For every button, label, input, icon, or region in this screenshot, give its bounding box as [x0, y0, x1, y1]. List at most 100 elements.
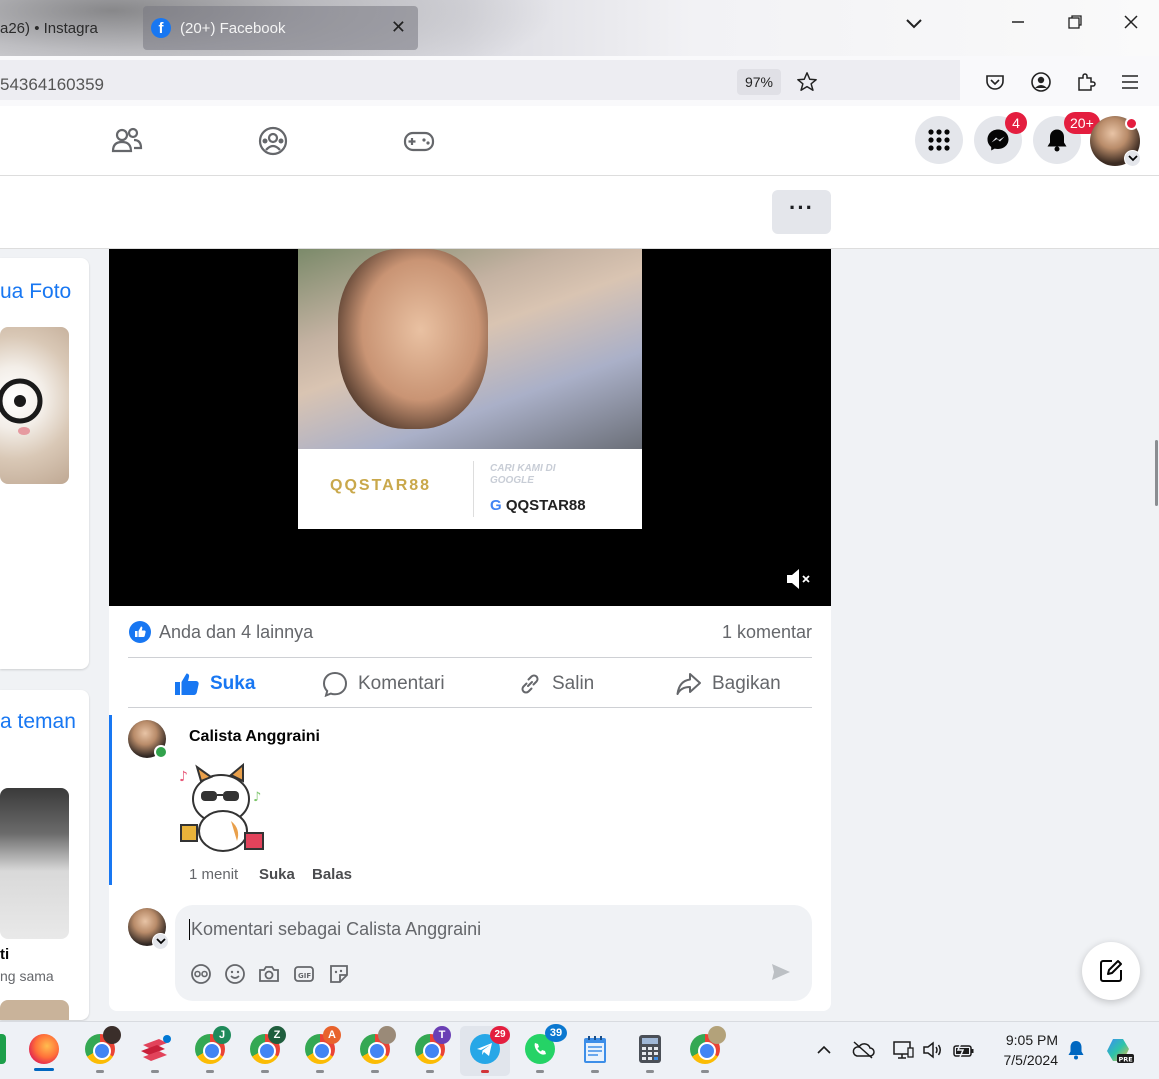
- friend-photo-thumbnail[interactable]: [0, 788, 69, 939]
- firefox-icon: [29, 1034, 59, 1064]
- show-hidden-icons-chevron-icon[interactable]: [812, 1038, 836, 1062]
- share-button[interactable]: Bagikan: [676, 667, 781, 701]
- taskbar-chrome-profile-photo[interactable]: [358, 1026, 396, 1066]
- reactions-text[interactable]: Anda dan 4 lainnya: [159, 622, 313, 643]
- url-text: 54364160359: [0, 75, 105, 94]
- comment-thread-line: [109, 715, 112, 885]
- chrome-icon: T: [415, 1026, 451, 1064]
- comment-time[interactable]: 1 menit: [189, 866, 238, 883]
- comment-button[interactable]: Komentari: [322, 667, 445, 701]
- comment-input[interactable]: Komentari sebagai Calista Anggraini: [189, 919, 481, 940]
- taskbar-chrome-profile-guest[interactable]: [688, 1026, 726, 1066]
- groups-nav-icon[interactable]: [256, 124, 290, 158]
- avatar-chevron-icon[interactable]: [152, 933, 169, 950]
- menu-grid-button[interactable]: [915, 116, 963, 164]
- reactions-summary[interactable]: Anda dan 4 lainnya 1 komentar: [129, 621, 812, 645]
- chrome-icon: [690, 1026, 726, 1064]
- like-reaction-icon: [129, 621, 151, 643]
- chrome-icon: J: [195, 1026, 231, 1064]
- see-all-friends-link[interactable]: a teman: [0, 710, 76, 734]
- running-indicator: [701, 1070, 709, 1073]
- account-chevron-icon[interactable]: [1124, 150, 1141, 167]
- copilot-preview-icon[interactable]: PRE: [1105, 1035, 1135, 1065]
- ad-tagline: CARI KAMI DI GOOGLE: [490, 463, 556, 486]
- comment-author[interactable]: Calista Anggraini: [189, 728, 320, 746]
- comments-count[interactable]: 1 komentar: [722, 622, 812, 643]
- restore-button[interactable]: [1061, 14, 1089, 35]
- link-icon: [521, 674, 539, 694]
- ad-divider: [473, 461, 474, 517]
- more-options-button[interactable]: ···: [772, 190, 831, 234]
- close-window-button[interactable]: [1117, 14, 1145, 35]
- telegram-badge: 29: [490, 1026, 510, 1044]
- notification-bell-icon[interactable]: [1064, 1038, 1088, 1062]
- taskbar-notepad[interactable]: [578, 1032, 612, 1066]
- camera-icon[interactable]: [258, 963, 280, 985]
- clock-date: 7/5/2024: [1003, 1052, 1059, 1068]
- friend-name[interactable]: ti: [0, 946, 9, 963]
- taskbar-telegram[interactable]: 29: [468, 1026, 510, 1066]
- photo-thumbnail-cat[interactable]: [0, 327, 69, 484]
- video-player[interactable]: QQSTAR88 CARI KAMI DI GOOGLE G QQSTAR88: [109, 249, 831, 606]
- taskbar-chrome-profile-a[interactable]: A: [303, 1026, 341, 1066]
- running-indicator: [316, 1070, 324, 1073]
- onedrive-offline-icon[interactable]: [851, 1038, 875, 1062]
- menu-hamburger-icon[interactable]: [1117, 69, 1143, 95]
- tab-label: a26) • Instagra: [0, 19, 98, 37]
- taskbar-whatsapp[interactable]: 39: [523, 1024, 567, 1066]
- whatsapp-icon: 39: [525, 1024, 567, 1064]
- taskbar-app-green[interactable]: [0, 1032, 6, 1066]
- emoji-icon[interactable]: [224, 963, 246, 985]
- ad-brand: G QQSTAR88: [490, 497, 586, 514]
- bookmark-star-icon[interactable]: [794, 69, 820, 95]
- sticker-icon[interactable]: [328, 963, 350, 985]
- comment-composer[interactable]: Komentari sebagai Calista Anggraini GIF: [175, 905, 812, 1001]
- network-icon[interactable]: [891, 1038, 915, 1062]
- taskbar-calculator[interactable]: [633, 1032, 667, 1066]
- page-subheader: ···: [0, 176, 1159, 249]
- send-icon[interactable]: [770, 961, 792, 983]
- like-button[interactable]: Suka: [174, 667, 255, 701]
- avatar-sticker-icon[interactable]: [190, 963, 212, 985]
- tab-list-chevron-icon[interactable]: [900, 14, 928, 35]
- zoom-level-button[interactable]: 97%: [737, 69, 781, 95]
- tab-facebook[interactable]: f (20+) Facebook ✕: [143, 6, 418, 50]
- taskbar-firefox[interactable]: [27, 1032, 61, 1066]
- extensions-icon[interactable]: [1073, 69, 1099, 95]
- running-indicator: [646, 1070, 654, 1073]
- new-message-button[interactable]: [1082, 942, 1140, 1000]
- minimize-button[interactable]: [1004, 14, 1032, 35]
- taskbar-chrome-profile-z[interactable]: Z: [248, 1026, 286, 1066]
- calculator-icon: [639, 1035, 661, 1063]
- taskbar-chrome-profile-t[interactable]: T: [413, 1026, 451, 1066]
- messenger-badge: 4: [1005, 112, 1027, 134]
- telegram-icon: 29: [470, 1026, 510, 1064]
- taskbar-chrome-profile-j[interactable]: J: [193, 1026, 231, 1066]
- divider: [128, 657, 812, 658]
- comment-like-button[interactable]: Suka: [259, 866, 295, 883]
- system-clock[interactable]: 9:05 PM 7/5/2024: [992, 1030, 1059, 1070]
- gaming-nav-icon[interactable]: [402, 124, 436, 158]
- copy-link-button[interactable]: Salin: [518, 667, 594, 701]
- bell-icon: [1047, 129, 1067, 152]
- volume-icon[interactable]: [921, 1038, 945, 1062]
- friends-nav-icon[interactable]: [110, 124, 144, 158]
- battery-charging-icon[interactable]: [952, 1038, 976, 1062]
- running-indicator: [371, 1070, 379, 1073]
- grid-icon: [928, 129, 950, 151]
- friend-photo-thumbnail[interactable]: [0, 1000, 69, 1020]
- account-icon[interactable]: [1028, 69, 1054, 95]
- pocket-icon[interactable]: [982, 69, 1008, 95]
- comment-reply-button[interactable]: Balas: [312, 866, 352, 883]
- running-indicator: [426, 1070, 434, 1073]
- page-scrollbar[interactable]: [1155, 440, 1158, 506]
- running-indicator: [591, 1070, 599, 1073]
- share-arrow-icon: [676, 673, 701, 695]
- gif-icon[interactable]: GIF: [293, 963, 315, 985]
- tab-close-icon[interactable]: ✕: [391, 17, 406, 38]
- taskbar-app-red[interactable]: [138, 1032, 172, 1066]
- see-all-photos-link[interactable]: ua Foto: [0, 280, 71, 304]
- tab-instagram[interactable]: a26) • Instagra: [0, 6, 140, 50]
- taskbar-chrome-profile-1[interactable]: [83, 1026, 121, 1066]
- muted-speaker-icon[interactable]: [784, 566, 814, 592]
